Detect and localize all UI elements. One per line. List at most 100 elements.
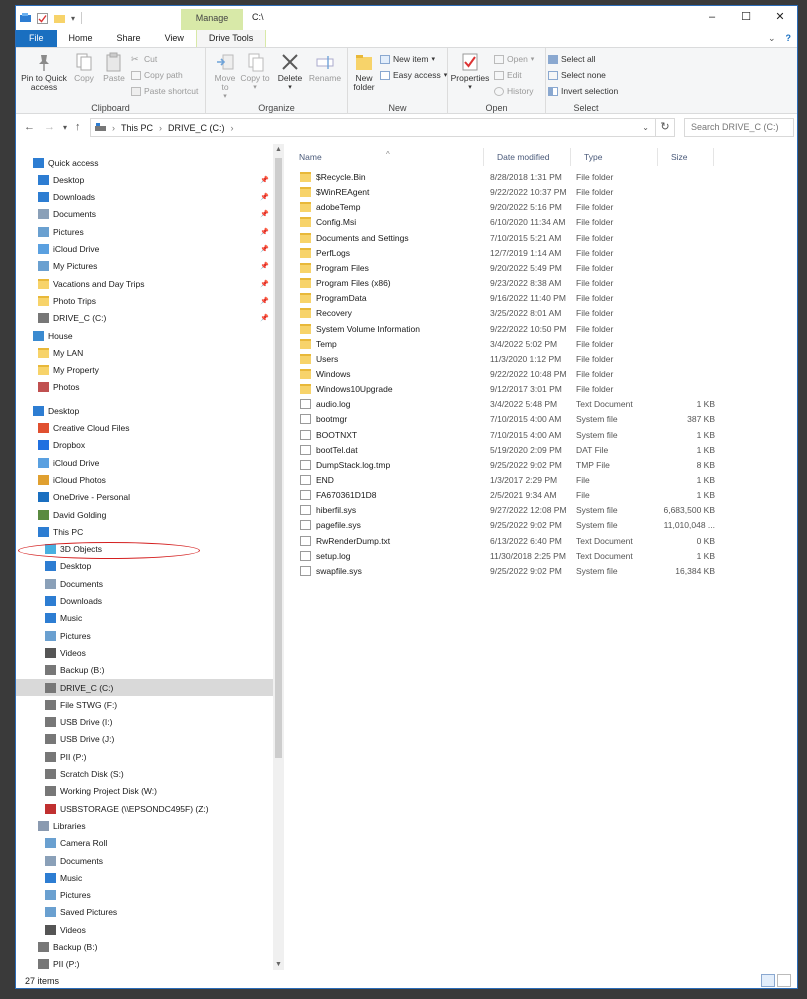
file-row[interactable]: pagefile.sys 9/25/2022 9:02 PM System file… [300,518,720,533]
new-item-button[interactable]: New item ▾ [380,54,435,64]
nav-item[interactable]: USB Drive (J:) [16,731,273,748]
customize-toolbar-chevron-icon[interactable]: ▾ [71,14,75,23]
nav-item[interactable]: Downloads [16,593,273,610]
nav-item[interactable]: DRIVE_C (C:) [16,679,273,696]
file-row[interactable]: Documents and Settings 7/10/2015 5:21 AM F… [300,231,720,246]
nav-item[interactable]: Camera Roll [16,835,273,852]
file-row[interactable]: Windows10Upgrade 9/12/2017 3:01 PM File fo… [300,382,720,397]
paste-shortcut-button[interactable]: Paste shortcut [131,86,198,96]
file-row[interactable]: adobeTemp 9/20/2022 5:16 PM File folder [300,200,720,215]
nav-item[interactable]: Documents [16,852,273,869]
collapse-ribbon-chevron-icon[interactable]: ⌄ [768,33,776,44]
nav-item[interactable]: Desktop [16,558,273,575]
navigation-pane-scrollbar[interactable]: ▲ ▼ [273,144,284,970]
copy-to-button[interactable]: Copy to ▾ [240,52,270,92]
file-row[interactable]: $Recycle.Bin 8/28/2018 1:31 PM File folder [300,170,720,185]
nav-item[interactable]: iCloud Drive 📌 [16,241,273,258]
select-none-button[interactable]: Select none [548,70,606,80]
history-button[interactable]: History [494,86,533,96]
file-row[interactable]: setup.log 11/30/2018 2:25 PM Text Document… [300,549,720,564]
breadcrumb-chevron-icon[interactable]: › [159,123,162,133]
nav-item[interactable]: Vacations and Day Trips 📌 [16,275,273,292]
column-header-date[interactable]: Date modified [484,148,571,166]
rename-button[interactable]: Rename [308,52,342,83]
move-to-button[interactable]: Move to ▾ [210,52,240,101]
minimize-button[interactable]: – [695,6,729,28]
nav-item[interactable]: Backup (B:) [16,939,273,956]
search-input[interactable]: Search DRIVE_C (C:) [684,118,794,137]
scroll-thumb[interactable] [275,158,282,758]
cut-button[interactable]: ✂ Cut [131,54,157,64]
back-arrow-icon[interactable]: ← [24,121,35,133]
new-folder-button[interactable]: New folder [350,52,378,92]
details-view-button[interactable] [761,974,775,987]
maximize-button[interactable]: ☐ [729,6,763,28]
paste-button[interactable]: Paste [100,52,128,83]
file-row[interactable]: bootmgr 7/10/2015 4:00 AM System file 387 K… [300,412,720,427]
nav-item[interactable]: My LAN [16,344,273,361]
nav-item[interactable]: Dropbox [16,437,273,454]
breadcrumb-chevron-icon[interactable]: › [112,123,115,133]
file-row[interactable]: DumpStack.log.tmp 9/25/2022 9:02 PM TMP Fi… [300,458,720,473]
nav-item[interactable]: Documents [16,575,273,592]
file-row[interactable]: hiberfil.sys 9/27/2022 12:08 PM System fil… [300,503,720,518]
select-all-button[interactable]: Select all [548,54,596,64]
nav-item[interactable]: Music [16,610,273,627]
delete-button[interactable]: Delete ▾ [274,52,306,92]
address-dropdown-chevron-icon[interactable]: ⌄ [642,123,649,132]
nav-item[interactable]: Photo Trips 📌 [16,292,273,309]
column-header-type[interactable]: Type [571,148,658,166]
nav-item[interactable]: Working Project Disk (W:) [16,783,273,800]
help-icon[interactable]: ? [786,33,792,44]
file-row[interactable]: Program Files 9/20/2022 5:49 PM File folde… [300,261,720,276]
nav-item[interactable]: Pictures [16,627,273,644]
nav-item[interactable]: Backup (B:) [16,662,273,679]
tab-share[interactable]: Share [105,30,153,47]
file-row[interactable]: System Volume Information 9/22/2022 10:50… [300,322,720,337]
file-row[interactable]: swapfile.sys 9/25/2022 9:02 PM System file… [300,564,720,579]
nav-item[interactable]: PII (P:) [16,748,273,765]
nav-item[interactable]: DRIVE_C (C:) 📌 [16,310,273,327]
copy-path-button[interactable]: Copy path [131,70,183,80]
nav-item[interactable]: iCloud Photos [16,471,273,488]
column-header-name[interactable]: Name ^ [286,148,484,166]
column-header-size[interactable]: Size [658,148,714,166]
file-row[interactable]: bootTel.dat 5/19/2020 2:09 PM DAT File 1 KB [300,443,720,458]
breadcrumb-this-pc[interactable]: This PC [121,123,153,133]
open-button[interactable]: Open ▾ [494,54,534,64]
nav-item[interactable]: My Property [16,362,273,379]
easy-access-button[interactable]: Easy access ▾ [380,70,447,80]
nav-item[interactable]: OneDrive - Personal [16,489,273,506]
nav-item[interactable]: USBSTORAGE (\\EPSONDC495F) (Z:) [16,800,273,817]
file-row[interactable]: FA670361D1D8 2/5/2021 9:34 AM File 1 KB [300,488,720,503]
file-row[interactable]: Temp 3/4/2022 5:02 PM File folder [300,337,720,352]
nav-item[interactable]: Music [16,869,273,886]
tab-view[interactable]: View [153,30,196,47]
properties-check-icon[interactable] [37,12,48,24]
file-row[interactable]: Recovery 3/25/2022 8:01 AM File folder [300,306,720,321]
file-row[interactable]: BOOTNXT 7/10/2015 4:00 AM System file 1 KB [300,428,720,443]
manage-context-tab[interactable]: Manage [181,9,243,30]
nav-item[interactable]: This PC [16,523,273,540]
file-row[interactable]: END 1/3/2017 2:29 PM File 1 KB [300,473,720,488]
nav-item[interactable]: Pictures [16,887,273,904]
properties-button[interactable]: Properties ▾ [450,52,490,92]
nav-item[interactable]: Quick access [16,154,273,171]
file-row[interactable]: Config.Msi 6/10/2020 11:34 AM File folder [300,215,720,230]
nav-item[interactable]: My Pictures 📌 [16,258,273,275]
file-row[interactable]: Windows 9/22/2022 10:48 PM File folder [300,367,720,382]
refresh-button[interactable]: ↻ [656,118,675,137]
nav-item[interactable]: House [16,327,273,344]
nav-item[interactable]: Creative Cloud Files [16,420,273,437]
nav-item[interactable]: Desktop [16,402,273,419]
scroll-up-arrow-icon[interactable]: ▲ [273,146,284,153]
nav-item[interactable]: David Golding [16,506,273,523]
forward-arrow-icon[interactable]: → [44,121,55,133]
breadcrumb-drive-c[interactable]: DRIVE_C (C:) [168,123,225,133]
explorer-icon[interactable] [20,12,31,24]
nav-item[interactable]: File STWG (F:) [16,696,273,713]
nav-item[interactable]: iCloud Drive [16,454,273,471]
nav-item[interactable]: Downloads 📌 [16,189,273,206]
nav-item[interactable]: Videos [16,921,273,938]
nav-item[interactable]: Saved Pictures [16,904,273,921]
